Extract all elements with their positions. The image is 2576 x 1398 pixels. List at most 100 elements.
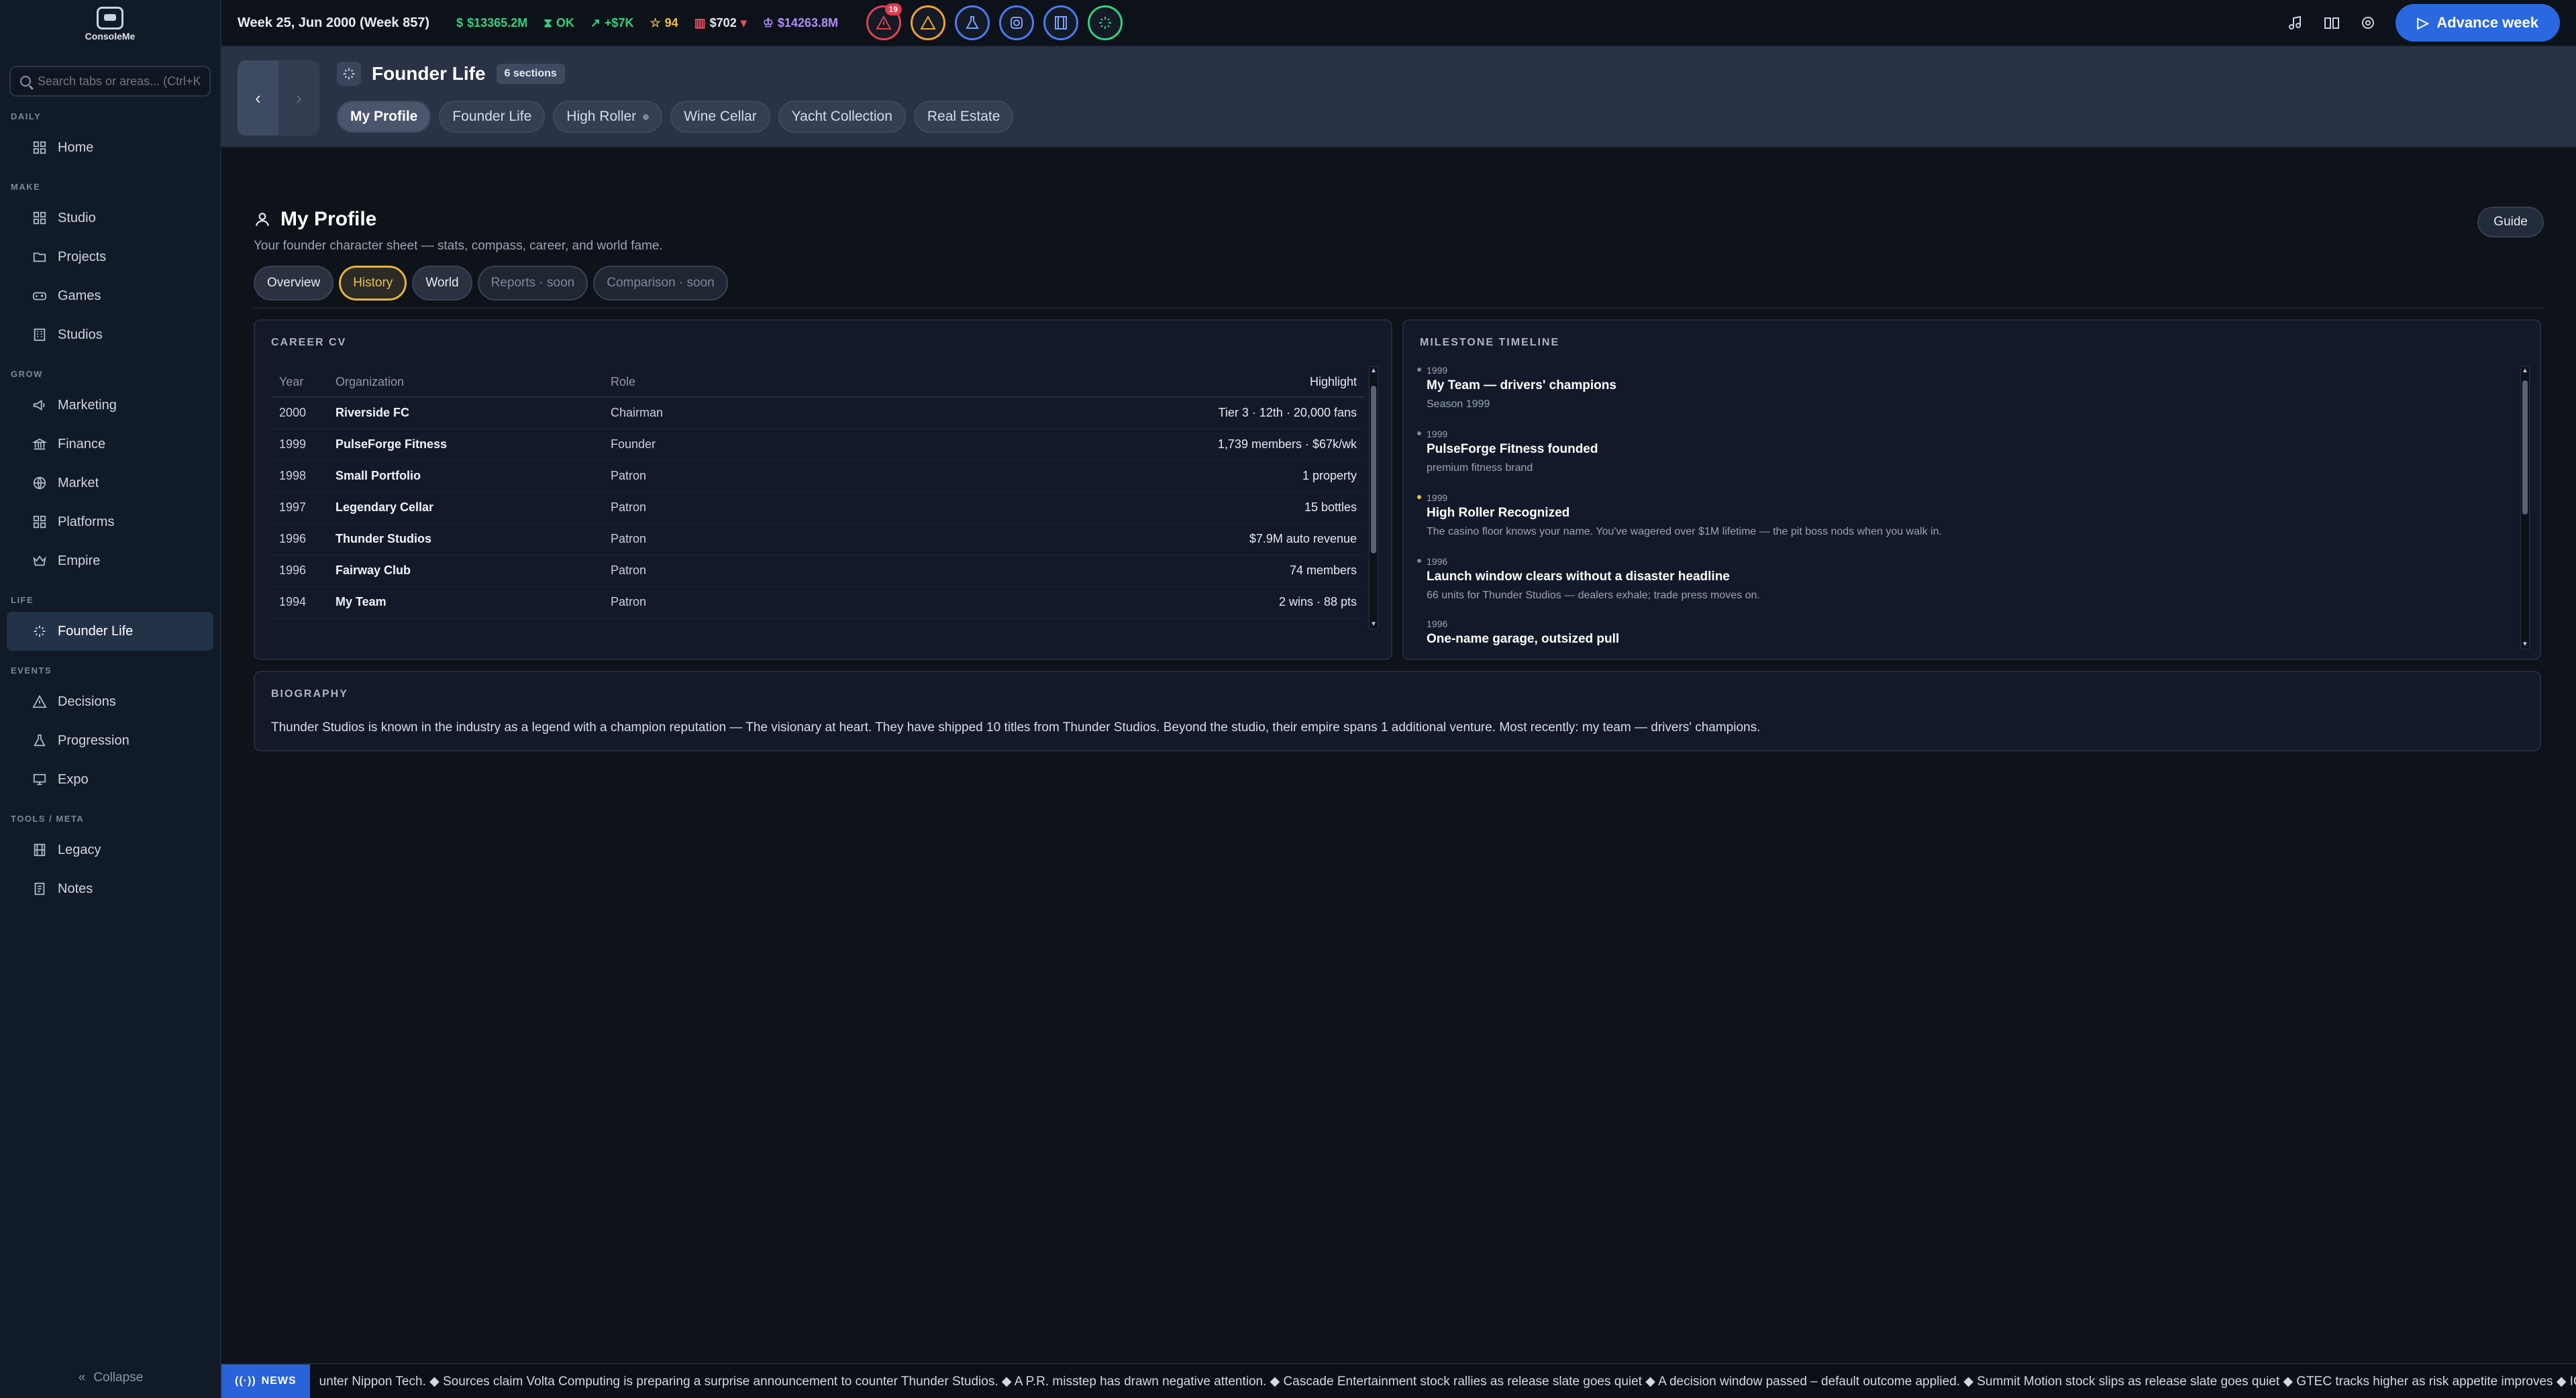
- sidebar-item-projects[interactable]: Projects: [7, 237, 213, 276]
- tab-reports[interactable]: Reports · soon: [477, 266, 588, 301]
- alerts-button[interactable]: 19: [866, 3, 902, 40]
- forward-button[interactable]: ›: [278, 60, 319, 136]
- sidebar-item-market[interactable]: Market: [7, 464, 213, 502]
- advance-week-button[interactable]: ▷ Advance week: [2395, 4, 2560, 42]
- nav-section-tools: TOOLS / META Legacy Notes: [0, 814, 220, 908]
- sidebar-item-label: Founder Life: [58, 623, 134, 639]
- founder-life-button[interactable]: [1087, 5, 1123, 40]
- page-title-row: My Profile: [254, 208, 376, 231]
- scroll-down-arrow-icon[interactable]: ▼: [2521, 641, 2529, 649]
- table-row[interactable]: 1996 Fairway Club Patron 74 members: [271, 555, 1365, 587]
- sidebar-item-empire[interactable]: Empire: [7, 541, 213, 580]
- timeline-year: 1999: [1427, 365, 1448, 376]
- chevron-left-icon: ‹: [255, 87, 261, 108]
- timeline-dot: [1417, 495, 1421, 499]
- settings-button[interactable]: [998, 5, 1034, 40]
- search-box[interactable]: [9, 66, 211, 97]
- table-row[interactable]: 1994 My Team Patron 2 wins · 88 pts: [271, 586, 1365, 619]
- role-cell: Patron: [603, 460, 836, 492]
- scroll-thumb[interactable]: [1371, 386, 1376, 553]
- cash-value: $13365.2M: [467, 15, 528, 30]
- table-row[interactable]: 1997 Legendary Cellar Patron 15 bottles: [271, 492, 1365, 524]
- reputation-stat[interactable]: ☆ 94: [650, 16, 678, 30]
- sidebar-item-legacy[interactable]: Legacy: [7, 830, 213, 869]
- tab-yacht-collection[interactable]: Yacht Collection: [778, 101, 906, 133]
- sidebar-item-label: Studios: [58, 327, 103, 342]
- tab-comparison[interactable]: Comparison · soon: [593, 266, 728, 301]
- sidebar-item-progression[interactable]: Progression: [7, 721, 213, 760]
- divider: [254, 307, 2544, 309]
- notification-dot: [643, 113, 650, 120]
- sparkle-icon: [337, 62, 361, 86]
- table-row[interactable]: 1996 Thunder Studios Patron $7.9M auto reve…: [271, 523, 1365, 555]
- scroll-thumb[interactable]: [2522, 380, 2528, 515]
- career-scrollbar[interactable]: ▲ ▼: [1369, 366, 1378, 629]
- tab-world[interactable]: World: [412, 266, 472, 301]
- gear-icon[interactable]: [2359, 14, 2377, 32]
- cash-stat[interactable]: $ $13365.2M: [456, 16, 527, 30]
- price-stat[interactable]: ▥ $702 ▾: [694, 16, 747, 30]
- status-stat[interactable]: ⧗ OK: [544, 16, 574, 30]
- profile-tabs: Overview History World Reports · soon Co…: [254, 266, 728, 301]
- year-cell: 1999: [271, 429, 327, 461]
- app-root: ConsoleMe DAILY Home MAKE Studio Project…: [0, 0, 2576, 1398]
- highlight-cell: $7.9M auto revenue: [835, 523, 1365, 555]
- tab-founder-life[interactable]: Founder Life: [439, 101, 546, 133]
- year-cell: 1997: [271, 492, 327, 524]
- empire-value-stat[interactable]: ♔ $14263.8M: [763, 16, 838, 30]
- book-icon[interactable]: [2323, 14, 2340, 32]
- collapse-button[interactable]: « Collapse: [0, 1364, 221, 1391]
- cog-icon: [1010, 17, 1023, 29]
- sidebar-item-founder-life[interactable]: Founder Life: [7, 612, 213, 651]
- year-cell: 1994: [271, 586, 327, 619]
- timeline-scrollbar[interactable]: ▲ ▼: [2520, 366, 2530, 649]
- sidebar-item-expo[interactable]: Expo: [7, 760, 213, 799]
- table-row[interactable]: 2000 Riverside FC Chairman Tier 3 · 12th · …: [271, 397, 1365, 429]
- sidebar-item-notes[interactable]: Notes: [7, 869, 213, 908]
- research-button[interactable]: [954, 5, 990, 40]
- price-value: $702: [709, 15, 737, 30]
- timeline-item: 1996 One-name garage, outsized pull: [1427, 619, 1619, 648]
- tab-my-profile[interactable]: My Profile: [337, 101, 431, 133]
- nav-section-label: TOOLS / META: [11, 814, 85, 824]
- sidebar-item-platforms[interactable]: Platforms: [7, 502, 213, 541]
- tab-high-roller[interactable]: High Roller: [553, 101, 663, 133]
- scroll-down-arrow-icon[interactable]: ▼: [1370, 621, 1378, 629]
- sidebar-item-studio[interactable]: Studio: [7, 199, 213, 237]
- tab-overview[interactable]: Overview: [254, 266, 334, 301]
- music-icon[interactable]: [2287, 14, 2304, 32]
- sidebar-item-marketing[interactable]: Marketing: [7, 386, 213, 425]
- guide-button[interactable]: Guide: [2477, 207, 2544, 237]
- tab-real-estate[interactable]: Real Estate: [913, 101, 1014, 133]
- status-value: OK: [556, 15, 574, 30]
- back-button[interactable]: ‹: [238, 60, 278, 136]
- alert-icon: [876, 15, 892, 30]
- sidebar-item-label: Home: [58, 140, 94, 155]
- sidebar-item-decisions[interactable]: Decisions: [7, 682, 213, 721]
- table-row[interactable]: 1998 Small Portfolio Patron 1 property: [271, 460, 1365, 492]
- sparkle-icon: [32, 624, 47, 639]
- chart-down-icon: ▥: [694, 15, 706, 30]
- media-button[interactable]: [1043, 5, 1078, 40]
- scroll-up-arrow-icon[interactable]: ▲: [2521, 367, 2529, 375]
- search-input[interactable]: [38, 74, 200, 89]
- nav-section-label: DAILY: [11, 111, 42, 121]
- trend-stat[interactable]: ↗ +$7K: [590, 16, 634, 30]
- scroll-up-arrow-icon[interactable]: ▲: [1370, 367, 1378, 375]
- sidebar-item-home[interactable]: Home: [7, 128, 213, 167]
- main-content: My Profile Your founder character sheet …: [221, 148, 2576, 1363]
- sidebar-item-finance[interactable]: Finance: [7, 425, 213, 464]
- sidebar-item-games[interactable]: Games: [7, 276, 213, 315]
- nav-section-daily: DAILY Home: [0, 111, 220, 167]
- app-logo[interactable]: ConsoleMe: [0, 0, 220, 48]
- tab-history[interactable]: History: [339, 266, 407, 301]
- advance-week-label: Advance week: [2436, 14, 2538, 31]
- star-icon: ☆: [650, 15, 661, 30]
- news-badge[interactable]: ((·)) NEWS: [221, 1364, 310, 1398]
- sidebar-item-studios[interactable]: Studios: [7, 315, 213, 354]
- caret-down-icon: ▾: [740, 15, 747, 30]
- quick-actions: 19: [866, 3, 1123, 40]
- warnings-button[interactable]: [910, 5, 945, 40]
- tab-wine-cellar[interactable]: Wine Cellar: [670, 101, 770, 133]
- table-row[interactable]: 1999 PulseForge Fitness Founder 1,739 membe…: [271, 429, 1365, 461]
